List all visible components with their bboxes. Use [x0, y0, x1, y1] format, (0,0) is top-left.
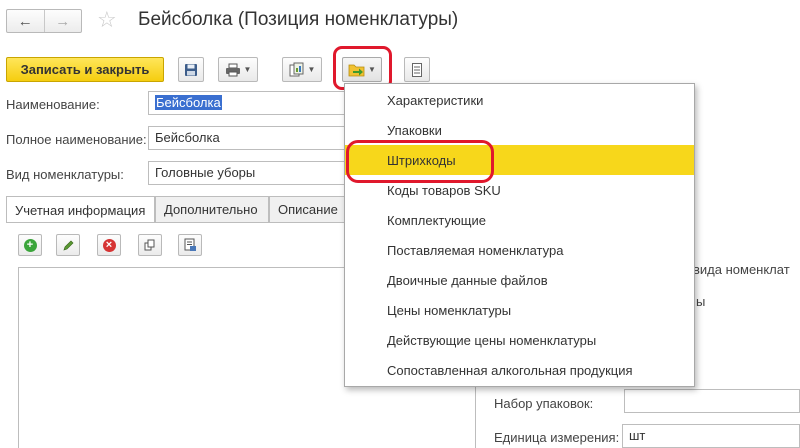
tab-description[interactable]: Описание: [269, 196, 345, 222]
unit-label: Единица измерения:: [494, 430, 620, 445]
page-title: Бейсболка (Позиция номенклатуры): [138, 9, 459, 30]
add-button[interactable]: +: [18, 234, 42, 256]
floppy-disk-icon: [185, 63, 197, 76]
arrow-left-icon: ←: [17, 12, 33, 30]
unit-input[interactable]: шт: [622, 424, 800, 448]
delete-button[interactable]: ×: [97, 234, 121, 256]
full-name-input[interactable]: Бейсболка: [148, 126, 348, 150]
menu-item-components[interactable]: Комплектующие: [345, 205, 694, 235]
delete-icon: ×: [102, 238, 116, 252]
kind-input[interactable]: Головные уборы: [148, 161, 348, 185]
copy-button[interactable]: [138, 234, 162, 256]
chevron-down-icon: ▼: [307, 65, 316, 74]
save-and-close-button[interactable]: Записать и закрыть: [6, 57, 164, 82]
tab-additional[interactable]: Дополнительно: [155, 196, 269, 222]
kind-label: Вид номенклатуры:: [6, 167, 124, 182]
create-based-on-button[interactable]: ▼: [282, 57, 322, 82]
pencil-icon: [62, 240, 73, 251]
document-settings-icon: [184, 238, 196, 251]
more-actions-button[interactable]: [404, 57, 430, 82]
menu-item-binary-files[interactable]: Двоичные данные файлов: [345, 265, 694, 295]
annotation-oval: [346, 140, 494, 183]
name-label: Наименование:: [6, 97, 100, 112]
chevron-down-icon: ▼: [243, 65, 252, 74]
tab-accounting-info[interactable]: Учетная информация: [6, 196, 155, 223]
name-value: Бейсболка: [155, 95, 222, 110]
goto-dropdown-menu: Характеристики Упаковки Штрихкоды Коды т…: [344, 83, 695, 387]
name-input[interactable]: Бейсболка: [148, 91, 348, 115]
menu-item-supplied-items[interactable]: Поставляемая номенклатура: [345, 235, 694, 265]
list-settings-button[interactable]: [178, 234, 202, 256]
save-button[interactable]: [178, 57, 204, 82]
printer-icon: [225, 63, 240, 76]
right-panel-fragment: ы: [696, 294, 706, 309]
history-nav: ← →: [6, 9, 82, 33]
edit-button[interactable]: [56, 234, 80, 256]
full-name-label: Полное наименование:: [6, 132, 147, 147]
back-button[interactable]: ←: [7, 10, 44, 32]
list-icon: [412, 62, 422, 77]
pack-set-label: Набор упаковок:: [494, 396, 594, 411]
forward-button[interactable]: →: [43, 10, 82, 32]
copy-icon: [144, 239, 155, 251]
kind-note-text: вида номенклат: [693, 262, 790, 277]
menu-item-current-prices[interactable]: Действующие цены номенклатуры: [345, 325, 694, 355]
arrow-right-icon: →: [55, 12, 71, 30]
documents-icon: [289, 62, 304, 77]
menu-item-alcohol-products[interactable]: Сопоставленная алкогольная продукция: [345, 355, 694, 385]
favorite-star-icon[interactable]: ☆: [97, 8, 117, 32]
menu-item-characteristics[interactable]: Характеристики: [345, 85, 694, 115]
plus-icon: +: [23, 238, 37, 252]
print-menu-button[interactable]: ▼: [218, 57, 258, 82]
menu-item-item-prices[interactable]: Цены номенклатуры: [345, 295, 694, 325]
pack-set-input[interactable]: [624, 389, 800, 413]
